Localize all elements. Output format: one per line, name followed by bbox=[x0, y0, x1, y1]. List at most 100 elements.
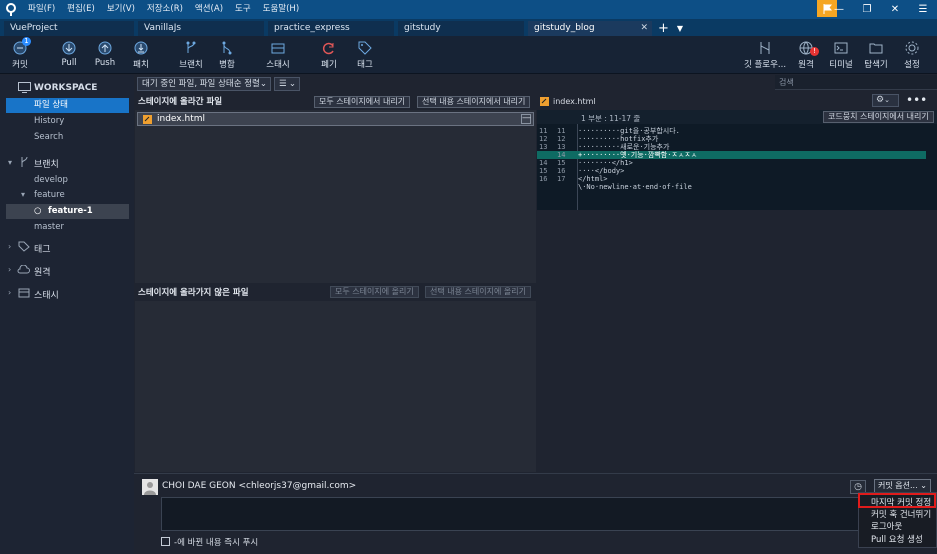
tab-vueproject[interactable]: VueProject bbox=[4, 21, 134, 36]
push-now-label: -에 바뀐 내용 즉시 푸시 bbox=[174, 538, 259, 548]
gitflow-button[interactable]: 깃 플로우... bbox=[743, 40, 787, 70]
folder-icon bbox=[869, 43, 883, 54]
commit-author: CHOI DAE GEON <chleorjs37@gmail.com> bbox=[162, 481, 357, 491]
unstage-hunk-button[interactable]: 코드뭉치 스테이지에서 내리기 bbox=[823, 111, 934, 123]
diff-file-name: index.html bbox=[553, 97, 596, 106]
menu-help[interactable]: 도움말(H) bbox=[257, 0, 305, 19]
sidebar-item-branch-feature[interactable]: feature bbox=[6, 188, 129, 203]
pull-button[interactable]: Pull bbox=[49, 40, 89, 68]
menu-edit[interactable]: 편집(E) bbox=[61, 0, 101, 19]
tab-gitstudy[interactable]: gitstudy bbox=[398, 21, 524, 36]
gear-icon bbox=[905, 41, 919, 55]
sidebar-item-branch-feature-1[interactable]: ○ feature-1 bbox=[6, 204, 129, 219]
unstaged-files-title: 스테이지에 올라가지 않은 파일 bbox=[138, 288, 249, 298]
discard-button[interactable]: 폐기 bbox=[309, 40, 349, 70]
stashes-chevron-icon[interactable]: › bbox=[8, 288, 11, 297]
terminal-button[interactable]: 티미널 bbox=[821, 40, 861, 70]
minimize-icon[interactable]: — bbox=[825, 4, 853, 15]
tag-icon bbox=[18, 241, 30, 252]
modified-file-icon bbox=[540, 97, 549, 106]
terminal-icon bbox=[834, 42, 848, 54]
workspace-heading: WORKSPACE bbox=[34, 83, 98, 93]
explorer-button[interactable]: 탐색기 bbox=[856, 40, 896, 70]
staged-files-list bbox=[135, 110, 536, 283]
tab-close-icon[interactable]: ✕ bbox=[640, 21, 648, 36]
search-box[interactable]: 검색 bbox=[775, 75, 937, 90]
branches-heading[interactable]: 브랜치 bbox=[34, 157, 59, 170]
diff-line: 15 16 ····</body> bbox=[539, 167, 625, 175]
modified-file-icon bbox=[143, 115, 152, 124]
menu-item-skip-hooks[interactable]: 커밋 훅 건너뛰기 bbox=[871, 508, 931, 520]
commit-button[interactable]: 1 커밋 bbox=[0, 37, 40, 70]
diff-empty-area bbox=[537, 210, 937, 472]
push-icon bbox=[98, 41, 112, 55]
remotes-heading[interactable]: 원격 bbox=[34, 265, 51, 278]
menu-tools[interactable]: 도구 bbox=[229, 0, 257, 19]
hunk-header: 1 부분 : 11-17 줄 코드뭉치 스테이지에서 내리기 bbox=[537, 110, 937, 124]
menu-file[interactable]: 파일(F) bbox=[22, 0, 61, 19]
menu-item-sign-off[interactable]: 로그아웃 bbox=[871, 520, 902, 532]
stage-all-button[interactable]: 모두 스테이지에 올리기 bbox=[330, 286, 419, 298]
menu-repository[interactable]: 저장소(R) bbox=[141, 0, 189, 19]
stash-button[interactable]: 스태시 bbox=[258, 40, 298, 70]
remote-button[interactable]: ! 원격 bbox=[786, 40, 826, 70]
unstage-file-icon[interactable]: — bbox=[521, 114, 531, 124]
view-mode-select[interactable]: ☰ ⌄ bbox=[274, 77, 300, 91]
chevron-down-icon: ⌄ bbox=[259, 79, 267, 89]
push-now-checkbox[interactable] bbox=[161, 537, 170, 546]
chevron-down-icon: ⌄ bbox=[884, 96, 890, 104]
settings-button[interactable]: 설정 bbox=[892, 40, 932, 70]
diff-line: 11 11 ··········git을·공부합시다. bbox=[539, 127, 680, 135]
sidebar-item-search[interactable]: Search bbox=[6, 130, 129, 145]
current-branch-icon: ○ bbox=[34, 206, 42, 216]
tab-gitstudy-blog[interactable]: gitstudy_blog ✕ bbox=[528, 21, 652, 36]
branches-chevron-icon[interactable]: ▾ bbox=[8, 158, 12, 167]
sidebar-item-file-status[interactable]: 파일 상태 bbox=[6, 98, 129, 113]
sidebar: WORKSPACE 파일 상태 History Search ▾ 브랜치 dev… bbox=[0, 75, 134, 554]
tag-button[interactable]: 태그 bbox=[345, 40, 385, 70]
chevron-down-icon: ⌄ bbox=[920, 481, 927, 490]
sidebar-item-history[interactable]: History bbox=[6, 114, 129, 129]
commit-message-input[interactable] bbox=[161, 497, 937, 531]
close-icon[interactable]: ✕ bbox=[881, 4, 909, 15]
sidebar-item-branch-develop[interactable]: develop bbox=[6, 173, 129, 188]
tags-chevron-icon[interactable]: › bbox=[8, 242, 11, 251]
new-tab-icon[interactable]: + bbox=[658, 21, 669, 36]
unstage-selected-button[interactable]: 선택 내용 스테이지에서 내리기 bbox=[417, 96, 531, 108]
fetch-icon bbox=[134, 41, 148, 55]
unstaged-files-list bbox=[135, 301, 536, 472]
merge-button[interactable]: 병합 bbox=[207, 40, 247, 70]
menu-view[interactable]: 보기(V) bbox=[101, 0, 141, 19]
commit-options-button[interactable]: 커밋 옵션... ⌄ bbox=[874, 479, 931, 493]
push-button[interactable]: Push bbox=[85, 40, 125, 68]
staged-file-row[interactable]: index.html — bbox=[137, 112, 534, 126]
fetch-button[interactable]: 패치 bbox=[121, 40, 161, 70]
menu-item-create-pull-request[interactable]: Pull 요청 생성 bbox=[871, 533, 923, 545]
hamburger-menu-icon[interactable]: ☰ bbox=[909, 4, 937, 15]
tab-list-chevron-icon[interactable]: ▼ bbox=[677, 21, 683, 36]
sidebar-item-branch-master[interactable]: master bbox=[6, 220, 129, 235]
sort-select[interactable]: 대기 중인 파일, 파일 상태순 정렬 ⌄ bbox=[137, 77, 271, 91]
diff-line: \·No·newline·at·end·of·file bbox=[578, 183, 692, 191]
tab-practice-express[interactable]: practice_express bbox=[268, 21, 394, 36]
pull-icon bbox=[62, 41, 76, 55]
diff-header: index.html ⚙⌄ ••• bbox=[537, 93, 937, 110]
branch-icon bbox=[21, 156, 28, 167]
unstage-all-button[interactable]: 모두 스테이지에서 내리기 bbox=[314, 96, 411, 108]
more-options-icon[interactable]: ••• bbox=[906, 93, 927, 107]
tags-heading[interactable]: 태그 bbox=[34, 242, 51, 255]
search-placeholder: 검색 bbox=[779, 78, 794, 87]
gear-icon: ⚙ bbox=[876, 95, 885, 105]
diff-options-button[interactable]: ⚙⌄ bbox=[872, 94, 899, 107]
branch-icon bbox=[186, 41, 196, 53]
stage-selected-button[interactable]: 선택 내용 스테이지에 올리기 bbox=[425, 286, 531, 298]
maximize-icon[interactable]: ❐ bbox=[853, 4, 881, 15]
tab-vanillajs[interactable]: VanillaJs bbox=[138, 21, 264, 36]
branch-button[interactable]: 브랜치 bbox=[171, 40, 211, 70]
menu-actions[interactable]: 액션(A) bbox=[189, 0, 229, 19]
stashes-heading[interactable]: 스태시 bbox=[34, 288, 59, 301]
cloud-icon bbox=[17, 265, 30, 274]
remotes-chevron-icon[interactable]: › bbox=[8, 265, 11, 274]
discard-icon bbox=[322, 42, 334, 55]
list-icon: ☰ bbox=[279, 79, 287, 89]
